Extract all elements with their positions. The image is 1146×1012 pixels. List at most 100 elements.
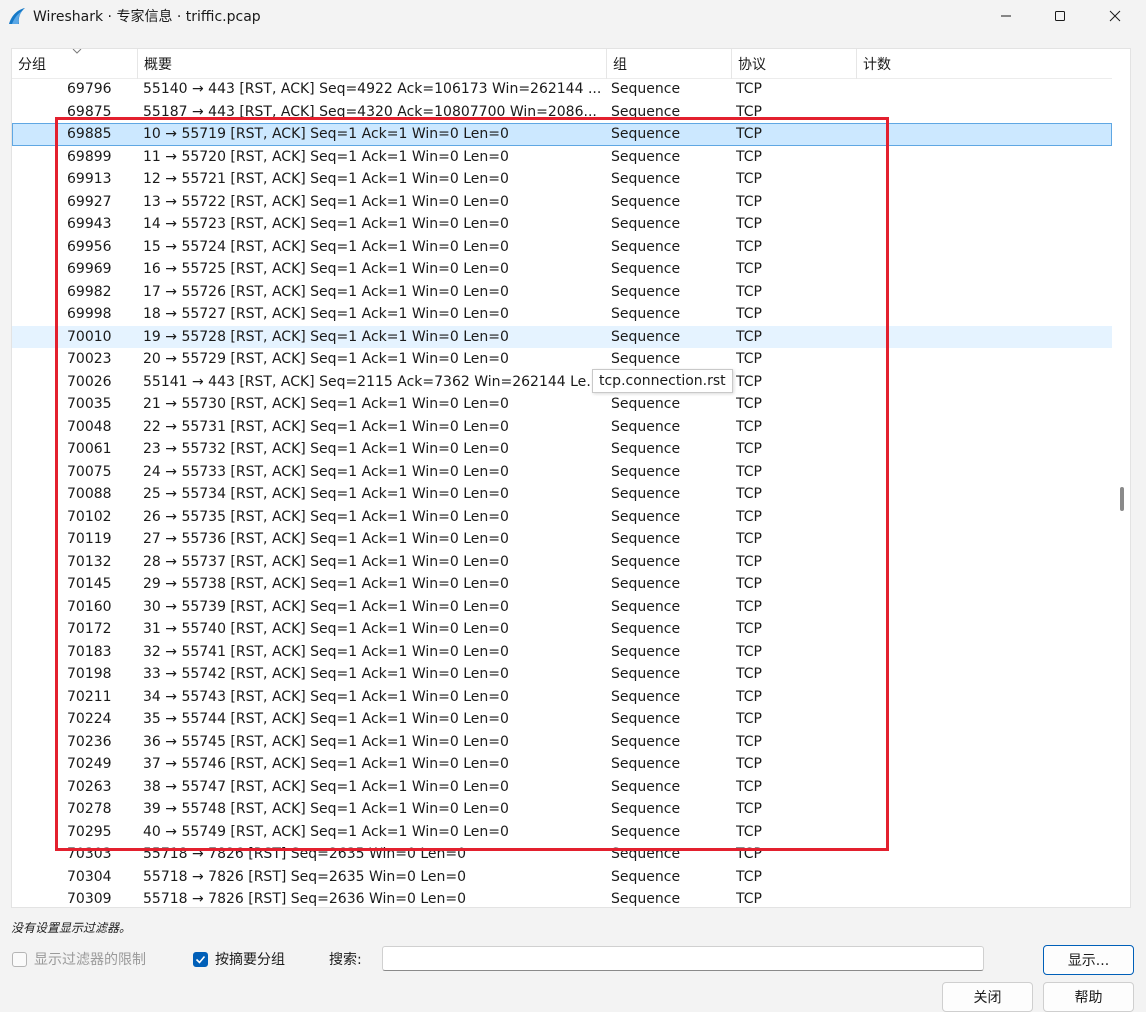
table-row[interactable]: 70278 39 → 55748 [RST, ACK] Seq=1 Ack=1 W… [12,798,1112,821]
column-header-packet[interactable]: 分组 [12,49,138,79]
summary-cell: 40 → 55749 [RST, ACK] Seq=1 Ack=1 Win=0 … [143,823,509,840]
table-row[interactable]: 70309 55718 → 7826 [RST] Seq=2636 Win=0 L… [12,888,1112,907]
protocol-cell: TCP [736,463,762,480]
table-row[interactable]: 70263 38 → 55747 [RST, ACK] Seq=1 Ack=1 W… [12,776,1112,799]
close-window-button[interactable] [1092,0,1138,32]
table-row[interactable]: 70075 24 → 55733 [RST, ACK] Seq=1 Ack=1 W… [12,461,1112,484]
group-cell: Sequence [611,508,681,525]
table-row[interactable]: 70132 28 → 55737 [RST, ACK] Seq=1 Ack=1 W… [12,551,1112,574]
packet-number-cell: 70303 [67,846,112,862]
maximize-button[interactable] [1037,0,1083,32]
table-row[interactable]: 70303 55718 → 7826 [RST] Seq=2635 Win=0 L… [12,843,1112,866]
table-row[interactable]: 69982 17 → 55726 [RST, ACK] Seq=1 Ack=1 W… [12,281,1112,304]
table-row[interactable]: 70061 23 → 55732 [RST, ACK] Seq=1 Ack=1 W… [12,438,1112,461]
group-cell: Sequence [611,216,681,232]
close-button[interactable]: 关闭 [942,982,1033,1012]
minimize-button[interactable] [983,0,1029,32]
group-cell: Sequence [611,598,681,615]
table-row[interactable]: 70236 36 → 55745 [RST, ACK] Seq=1 Ack=1 W… [12,731,1112,754]
table-row[interactable]: 70304 55718 → 7826 [RST] Seq=2635 Win=0 L… [12,866,1112,889]
summary-cell: 28 → 55737 [RST, ACK] Seq=1 Ack=1 Win=0 … [143,553,509,570]
protocol-cell: TCP [736,351,762,367]
table-row[interactable]: 70010 19 → 55728 [RST, ACK] Seq=1 Ack=1 W… [12,325,1112,348]
protocol-cell: TCP [736,531,762,547]
packet-number-cell: 70304 [67,868,112,885]
table-row[interactable]: 69885 10 → 55719 [RST, ACK] Seq=1 Ack=1 W… [12,123,1112,146]
group-cell: Sequence [611,351,681,367]
table-row[interactable]: 70088 25 → 55734 [RST, ACK] Seq=1 Ack=1 W… [12,483,1112,506]
summary-cell: 24 → 55733 [RST, ACK] Seq=1 Ack=1 Win=0 … [143,463,509,480]
table-row[interactable]: 70198 33 → 55742 [RST, ACK] Seq=1 Ack=1 W… [12,663,1112,686]
summary-cell: 30 → 55739 [RST, ACK] Seq=1 Ack=1 Win=0 … [143,598,509,615]
summary-cell: 29 → 55738 [RST, ACK] Seq=1 Ack=1 Win=0 … [143,576,509,592]
table-row[interactable]: 69969 16 → 55725 [RST, ACK] Seq=1 Ack=1 W… [12,258,1112,281]
protocol-cell: TCP [736,733,762,750]
table-row[interactable]: 70119 27 → 55736 [RST, ACK] Seq=1 Ack=1 W… [12,528,1112,551]
show-button[interactable]: 显示... [1043,945,1134,975]
table-row[interactable]: 69899 11 → 55720 [RST, ACK] Seq=1 Ack=1 W… [12,146,1112,169]
table-row[interactable]: 70102 26 → 55735 [RST, ACK] Seq=1 Ack=1 W… [12,506,1112,529]
table-row[interactable]: 69998 18 → 55727 [RST, ACK] Seq=1 Ack=1 W… [12,303,1112,326]
packet-number-cell: 70224 [67,711,112,727]
summary-cell: 32 → 55741 [RST, ACK] Seq=1 Ack=1 Win=0 … [143,643,509,660]
summary-cell: 55718 → 7826 [RST] Seq=2636 Win=0 Len=0 [143,891,467,907]
summary-cell: 55718 → 7826 [RST] Seq=2635 Win=0 Len=0 [143,868,467,885]
column-header-group[interactable]: 组 [607,49,732,79]
expert-info-list[interactable]: 分组 概要 组 协议 计数 69796 55140 → 443 [RST, ACK… [11,48,1131,908]
column-label: 协议 [738,57,766,73]
group-cell: Sequence [611,553,681,570]
group-cell: Sequence [611,238,681,255]
table-row[interactable]: 70224 35 → 55744 [RST, ACK] Seq=1 Ack=1 W… [12,708,1112,731]
table-row[interactable]: 69913 12 → 55721 [RST, ACK] Seq=1 Ack=1 W… [12,168,1112,191]
summary-cell: 35 → 55744 [RST, ACK] Seq=1 Ack=1 Win=0 … [143,711,509,727]
limit-to-filter-checkbox[interactable]: 显示过滤器的限制 [12,949,146,969]
group-cell: Sequence [611,103,681,120]
table-row[interactable]: 69927 13 → 55722 [RST, ACK] Seq=1 Ack=1 W… [12,191,1112,214]
table-row[interactable]: 69956 15 → 55724 [RST, ACK] Seq=1 Ack=1 W… [12,236,1112,259]
table-row[interactable]: 70023 20 → 55729 [RST, ACK] Seq=1 Ack=1 W… [12,348,1112,371]
search-label: 搜索: [329,952,362,968]
table-row[interactable]: 70172 31 → 55740 [RST, ACK] Seq=1 Ack=1 W… [12,618,1112,641]
summary-cell: 55718 → 7826 [RST] Seq=2635 Win=0 Len=0 [143,846,467,862]
column-header-protocol[interactable]: 协议 [732,49,857,79]
packet-number-cell: 69796 [67,81,112,97]
column-header: 分组 概要 组 协议 计数 [12,49,1112,79]
vertical-scrollbar-thumb[interactable] [1120,487,1124,511]
table-row[interactable]: 70183 32 → 55741 [RST, ACK] Seq=1 Ack=1 W… [12,641,1112,664]
table-row[interactable]: 70145 29 → 55738 [RST, ACK] Seq=1 Ack=1 W… [12,573,1112,596]
help-button[interactable]: 帮助 [1043,982,1134,1012]
protocol-cell: TCP [736,553,762,570]
table-row[interactable]: 69943 14 → 55723 [RST, ACK] Seq=1 Ack=1 W… [12,213,1112,236]
packet-number-cell: 69875 [67,103,112,120]
table-row[interactable]: 69875 55187 → 443 [RST, ACK] Seq=4320 Ack… [12,101,1112,124]
summary-cell: 23 → 55732 [RST, ACK] Seq=1 Ack=1 Win=0 … [143,441,509,457]
group-by-summary-checkbox[interactable]: 按摘要分组 [193,949,285,969]
protocol-cell: TCP [736,216,762,232]
group-cell: Sequence [611,171,681,187]
protocol-cell: TCP [736,598,762,615]
column-label: 组 [613,57,627,73]
search-input[interactable] [382,946,984,971]
table-row[interactable]: 70249 37 → 55746 [RST, ACK] Seq=1 Ack=1 W… [12,753,1112,776]
table-row[interactable]: 70160 30 → 55739 [RST, ACK] Seq=1 Ack=1 W… [12,596,1112,619]
summary-cell: 31 → 55740 [RST, ACK] Seq=1 Ack=1 Win=0 … [143,621,509,637]
table-row[interactable]: 70211 34 → 55743 [RST, ACK] Seq=1 Ack=1 W… [12,686,1112,709]
table-row[interactable]: 70026 55141 → 443 [RST, ACK] Seq=2115 Ack… [12,371,1112,394]
table-row[interactable]: 69796 55140 → 443 [RST, ACK] Seq=4922 Ack… [12,78,1112,101]
packet-number-cell: 70145 [67,576,112,592]
column-header-summary[interactable]: 概要 [138,49,607,79]
group-cell: Sequence [611,666,681,682]
table-row[interactable]: 70048 22 → 55731 [RST, ACK] Seq=1 Ack=1 W… [12,416,1112,439]
protocol-cell: TCP [736,373,762,390]
table-row[interactable]: 70035 21 → 55730 [RST, ACK] Seq=1 Ack=1 W… [12,393,1112,416]
checkbox-unchecked [12,951,27,967]
summary-cell: 14 → 55723 [RST, ACK] Seq=1 Ack=1 Win=0 … [143,216,509,232]
protocol-cell: TCP [736,441,762,457]
group-cell: Sequence [611,711,681,727]
group-cell: Sequence [611,328,681,345]
packet-number-cell: 70048 [67,418,112,435]
table-row[interactable]: 70295 40 → 55749 [RST, ACK] Seq=1 Ack=1 W… [12,821,1112,844]
group-cell: Sequence [611,868,681,885]
column-header-count[interactable]: 计数 [857,49,1112,79]
protocol-cell: TCP [736,238,762,255]
